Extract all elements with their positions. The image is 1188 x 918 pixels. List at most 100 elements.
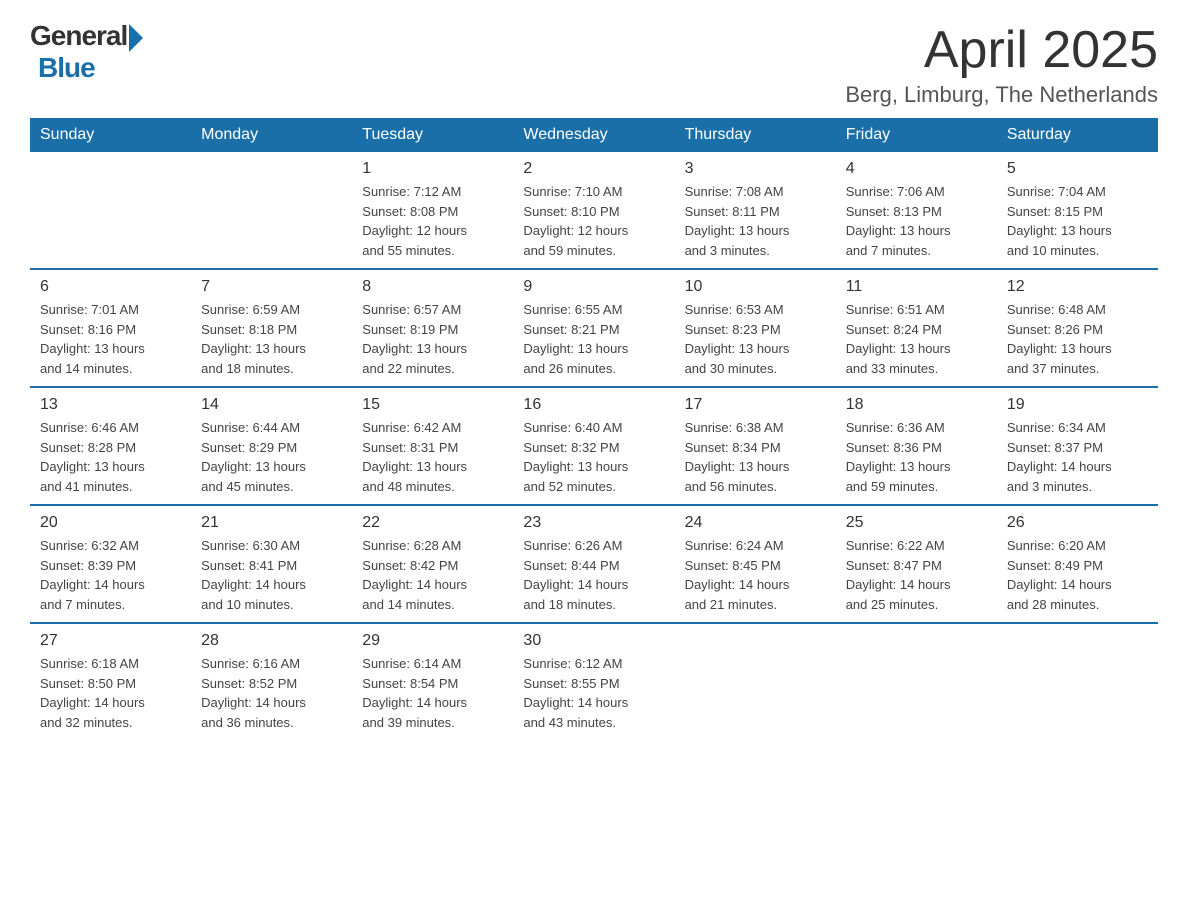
page-header: General Blue April 2025 Berg, Limburg, T…: [30, 20, 1158, 108]
day-info: Sunrise: 6:53 AM Sunset: 8:23 PM Dayligh…: [685, 300, 826, 378]
month-title: April 2025: [845, 20, 1158, 80]
calendar-cell: [997, 623, 1158, 740]
calendar-cell: 8 Sunrise: 6:57 AM Sunset: 8:19 PM Daylig…: [352, 269, 513, 387]
day-info: Sunrise: 7:04 AM Sunset: 8:15 PM Dayligh…: [1007, 182, 1148, 260]
day-info: Sunrise: 6:22 AM Sunset: 8:47 PM Dayligh…: [846, 536, 987, 614]
calendar-cell: 7Sunrise: 6:59 AM Sunset: 8:18 PM Daylig…: [191, 269, 352, 387]
day-number: 17: [685, 396, 826, 414]
header-thursday: Thursday: [675, 118, 836, 152]
day-info: Sunrise: 6:57 AM Sunset: 8:19 PM Dayligh…: [362, 300, 503, 378]
calendar-cell: 2 Sunrise: 7:10 AM Sunset: 8:10 PM Daylig…: [513, 152, 674, 269]
day-info: Sunrise: 6:32 AM Sunset: 8:39 PM Dayligh…: [40, 536, 181, 614]
calendar-cell: [675, 623, 836, 740]
day-info: Sunrise: 6:40 AM Sunset: 8:32 PM Dayligh…: [523, 418, 664, 496]
calendar-cell: 25 Sunrise: 6:22 AM Sunset: 8:47 PM Dayli…: [836, 505, 997, 623]
day-info: Sunrise: 6:24 AM Sunset: 8:45 PM Dayligh…: [685, 536, 826, 614]
day-info: Sunrise: 6:16 AM Sunset: 8:52 PM Dayligh…: [201, 654, 342, 732]
calendar-cell: 11Sunrise: 6:51 AM Sunset: 8:24 PM Dayli…: [836, 269, 997, 387]
day-info: Sunrise: 6:34 AM Sunset: 8:37 PM Dayligh…: [1007, 418, 1148, 496]
calendar-cell: 13 Sunrise: 6:46 AM Sunset: 8:28 PM Dayli…: [30, 387, 191, 505]
day-number: 10: [685, 278, 826, 296]
logo: General Blue: [30, 20, 143, 84]
day-info: Sunrise: 7:06 AM Sunset: 8:13 PM Dayligh…: [846, 182, 987, 260]
calendar-cell: 12 Sunrise: 6:48 AM Sunset: 8:26 PM Dayli…: [997, 269, 1158, 387]
day-number: 3: [685, 160, 826, 178]
day-info: Sunrise: 6:51 AM Sunset: 8:24 PM Dayligh…: [846, 300, 987, 378]
calendar-cell: 4 Sunrise: 7:06 AM Sunset: 8:13 PM Daylig…: [836, 152, 997, 269]
calendar-cell: 20 Sunrise: 6:32 AM Sunset: 8:39 PM Dayli…: [30, 505, 191, 623]
calendar-cell: 30 Sunrise: 6:12 AM Sunset: 8:55 PM Dayli…: [513, 623, 674, 740]
calendar-table: SundayMondayTuesdayWednesdayThursdayFrid…: [30, 118, 1158, 740]
day-number: 23: [523, 514, 664, 532]
day-info: Sunrise: 6:44 AM Sunset: 8:29 PM Dayligh…: [201, 418, 342, 496]
calendar-cell: [191, 152, 352, 269]
header-saturday: Saturday: [997, 118, 1158, 152]
calendar-cell: 15Sunrise: 6:42 AM Sunset: 8:31 PM Dayli…: [352, 387, 513, 505]
day-number: 8: [362, 278, 503, 296]
day-number: 1: [362, 160, 503, 178]
day-info: Sunrise: 6:12 AM Sunset: 8:55 PM Dayligh…: [523, 654, 664, 732]
header-tuesday: Tuesday: [352, 118, 513, 152]
calendar-cell: 17 Sunrise: 6:38 AM Sunset: 8:34 PM Dayli…: [675, 387, 836, 505]
calendar-cell: 5 Sunrise: 7:04 AM Sunset: 8:15 PM Daylig…: [997, 152, 1158, 269]
day-info: Sunrise: 7:10 AM Sunset: 8:10 PM Dayligh…: [523, 182, 664, 260]
day-number: 21: [201, 514, 342, 532]
day-info: Sunrise: 6:55 AM Sunset: 8:21 PM Dayligh…: [523, 300, 664, 378]
calendar-cell: 14 Sunrise: 6:44 AM Sunset: 8:29 PM Dayli…: [191, 387, 352, 505]
day-number: 14: [201, 396, 342, 414]
calendar-cell: 18 Sunrise: 6:36 AM Sunset: 8:36 PM Dayli…: [836, 387, 997, 505]
calendar-cell: 23 Sunrise: 6:26 AM Sunset: 8:44 PM Dayli…: [513, 505, 674, 623]
calendar-header-row: SundayMondayTuesdayWednesdayThursdayFrid…: [30, 118, 1158, 152]
day-number: 18: [846, 396, 987, 414]
day-number: 25: [846, 514, 987, 532]
header-friday: Friday: [836, 118, 997, 152]
day-info: Sunrise: 7:08 AM Sunset: 8:11 PM Dayligh…: [685, 182, 826, 260]
day-number: 9: [523, 278, 664, 296]
day-info: Sunrise: 6:48 AM Sunset: 8:26 PM Dayligh…: [1007, 300, 1148, 378]
day-number: 16: [523, 396, 664, 414]
day-number: 15: [362, 396, 503, 414]
calendar-cell: 6Sunrise: 7:01 AM Sunset: 8:16 PM Daylig…: [30, 269, 191, 387]
calendar-cell: [30, 152, 191, 269]
calendar-cell: 10 Sunrise: 6:53 AM Sunset: 8:23 PM Dayli…: [675, 269, 836, 387]
day-info: Sunrise: 6:46 AM Sunset: 8:28 PM Dayligh…: [40, 418, 181, 496]
week-row-3: 20 Sunrise: 6:32 AM Sunset: 8:39 PM Dayli…: [30, 505, 1158, 623]
calendar-cell: 16 Sunrise: 6:40 AM Sunset: 8:32 PM Dayli…: [513, 387, 674, 505]
day-info: Sunrise: 6:30 AM Sunset: 8:41 PM Dayligh…: [201, 536, 342, 614]
header-sunday: Sunday: [30, 118, 191, 152]
day-info: Sunrise: 7:12 AM Sunset: 8:08 PM Dayligh…: [362, 182, 503, 260]
day-number: 27: [40, 632, 181, 650]
day-info: Sunrise: 6:38 AM Sunset: 8:34 PM Dayligh…: [685, 418, 826, 496]
day-number: 29: [362, 632, 503, 650]
calendar-cell: 21 Sunrise: 6:30 AM Sunset: 8:41 PM Dayli…: [191, 505, 352, 623]
calendar-cell: 19Sunrise: 6:34 AM Sunset: 8:37 PM Dayli…: [997, 387, 1158, 505]
calendar-cell: 28Sunrise: 6:16 AM Sunset: 8:52 PM Dayli…: [191, 623, 352, 740]
logo-general-text: General: [30, 20, 127, 52]
day-info: Sunrise: 6:18 AM Sunset: 8:50 PM Dayligh…: [40, 654, 181, 732]
calendar-cell: 27 Sunrise: 6:18 AM Sunset: 8:50 PM Dayli…: [30, 623, 191, 740]
calendar-cell: 1 Sunrise: 7:12 AM Sunset: 8:08 PM Daylig…: [352, 152, 513, 269]
week-row-2: 13 Sunrise: 6:46 AM Sunset: 8:28 PM Dayli…: [30, 387, 1158, 505]
day-info: Sunrise: 6:26 AM Sunset: 8:44 PM Dayligh…: [523, 536, 664, 614]
day-number: 20: [40, 514, 181, 532]
day-number: 2: [523, 160, 664, 178]
calendar-cell: 3 Sunrise: 7:08 AM Sunset: 8:11 PM Daylig…: [675, 152, 836, 269]
day-info: Sunrise: 6:20 AM Sunset: 8:49 PM Dayligh…: [1007, 536, 1148, 614]
day-number: 30: [523, 632, 664, 650]
day-number: 24: [685, 514, 826, 532]
day-number: 22: [362, 514, 503, 532]
day-number: 4: [846, 160, 987, 178]
calendar-cell: 22Sunrise: 6:28 AM Sunset: 8:42 PM Dayli…: [352, 505, 513, 623]
week-row-1: 6Sunrise: 7:01 AM Sunset: 8:16 PM Daylig…: [30, 269, 1158, 387]
day-number: 5: [1007, 160, 1148, 178]
calendar-cell: 24 Sunrise: 6:24 AM Sunset: 8:45 PM Dayli…: [675, 505, 836, 623]
day-number: 13: [40, 396, 181, 414]
day-number: 7: [201, 278, 342, 296]
day-number: 12: [1007, 278, 1148, 296]
day-info: Sunrise: 6:36 AM Sunset: 8:36 PM Dayligh…: [846, 418, 987, 496]
logo-arrow-icon: [129, 24, 143, 52]
header-monday: Monday: [191, 118, 352, 152]
week-row-0: 1 Sunrise: 7:12 AM Sunset: 8:08 PM Daylig…: [30, 152, 1158, 269]
calendar-cell: 29Sunrise: 6:14 AM Sunset: 8:54 PM Dayli…: [352, 623, 513, 740]
logo-blue-text: Blue: [38, 52, 95, 84]
